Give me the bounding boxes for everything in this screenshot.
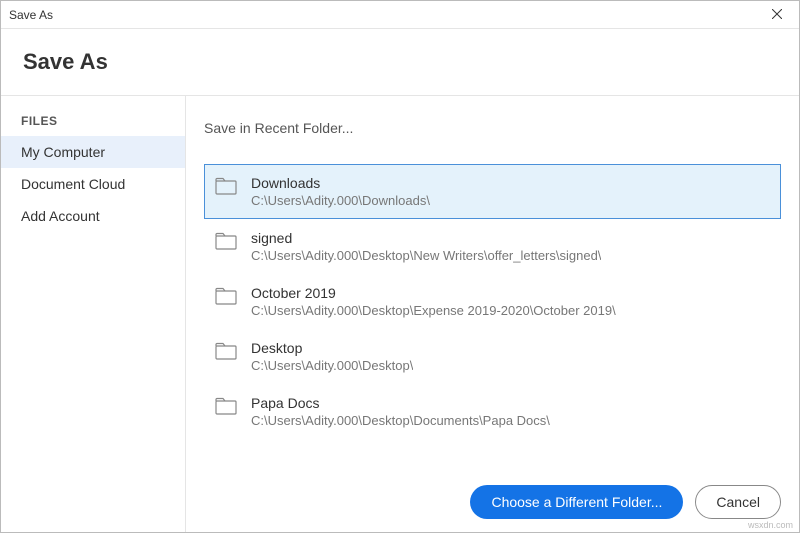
close-icon <box>772 8 782 22</box>
sidebar-item-add-account[interactable]: Add Account <box>1 200 185 232</box>
folder-icon <box>215 287 237 305</box>
folder-item[interactable]: Desktop C:\Users\Adity.000\Desktop\ <box>204 329 781 384</box>
folder-name: Downloads <box>251 175 430 191</box>
folder-icon <box>215 177 237 195</box>
sidebar-item-label: Document Cloud <box>21 176 125 192</box>
sidebar: FILES My Computer Document Cloud Add Acc… <box>1 96 186 532</box>
choose-different-folder-button[interactable]: Choose a Different Folder... <box>470 485 683 519</box>
window-title: Save As <box>9 8 53 22</box>
dialog-body: FILES My Computer Document Cloud Add Acc… <box>1 95 799 532</box>
sidebar-header: FILES <box>1 114 185 136</box>
close-button[interactable] <box>763 1 791 29</box>
watermark: wsxdn.com <box>748 520 793 530</box>
folder-icon <box>215 397 237 415</box>
folder-item[interactable]: Downloads C:\Users\Adity.000\Downloads\ <box>204 164 781 219</box>
sidebar-item-label: My Computer <box>21 144 105 160</box>
folder-name: signed <box>251 230 601 246</box>
titlebar: Save As <box>1 1 799 29</box>
sidebar-item-my-computer[interactable]: My Computer <box>1 136 185 168</box>
folder-item[interactable]: signed C:\Users\Adity.000\Desktop\New Wr… <box>204 219 781 274</box>
sidebar-item-document-cloud[interactable]: Document Cloud <box>1 168 185 200</box>
folder-item[interactable]: October 2019 C:\Users\Adity.000\Desktop\… <box>204 274 781 329</box>
section-title: Save in Recent Folder... <box>204 120 781 136</box>
folder-path: C:\Users\Adity.000\Desktop\Documents\Pap… <box>251 413 550 428</box>
folder-text: Downloads C:\Users\Adity.000\Downloads\ <box>251 175 430 208</box>
folder-text: October 2019 C:\Users\Adity.000\Desktop\… <box>251 285 616 318</box>
dialog-footer: Choose a Different Folder... Cancel <box>1 472 799 532</box>
folder-path: C:\Users\Adity.000\Downloads\ <box>251 193 430 208</box>
folder-text: Papa Docs C:\Users\Adity.000\Desktop\Doc… <box>251 395 550 428</box>
folder-path: C:\Users\Adity.000\Desktop\New Writers\o… <box>251 248 601 263</box>
dialog-title: Save As <box>23 49 799 75</box>
folder-name: Desktop <box>251 340 413 356</box>
folder-name: Papa Docs <box>251 395 550 411</box>
folder-name: October 2019 <box>251 285 616 301</box>
folder-text: Desktop C:\Users\Adity.000\Desktop\ <box>251 340 413 373</box>
folder-text: signed C:\Users\Adity.000\Desktop\New Wr… <box>251 230 601 263</box>
sidebar-item-label: Add Account <box>21 208 100 224</box>
folder-path: C:\Users\Adity.000\Desktop\ <box>251 358 413 373</box>
folder-icon <box>215 232 237 250</box>
folder-icon <box>215 342 237 360</box>
cancel-button[interactable]: Cancel <box>695 485 781 519</box>
folder-item[interactable]: Papa Docs C:\Users\Adity.000\Desktop\Doc… <box>204 384 781 439</box>
save-as-dialog: Save As Save As FILES My Computer Docume… <box>0 0 800 533</box>
recent-folder-list: Downloads C:\Users\Adity.000\Downloads\ … <box>204 164 781 439</box>
dialog-header: Save As <box>1 29 799 95</box>
folder-path: C:\Users\Adity.000\Desktop\Expense 2019-… <box>251 303 616 318</box>
main-panel: Save in Recent Folder... Downloads C:\Us… <box>186 96 799 532</box>
